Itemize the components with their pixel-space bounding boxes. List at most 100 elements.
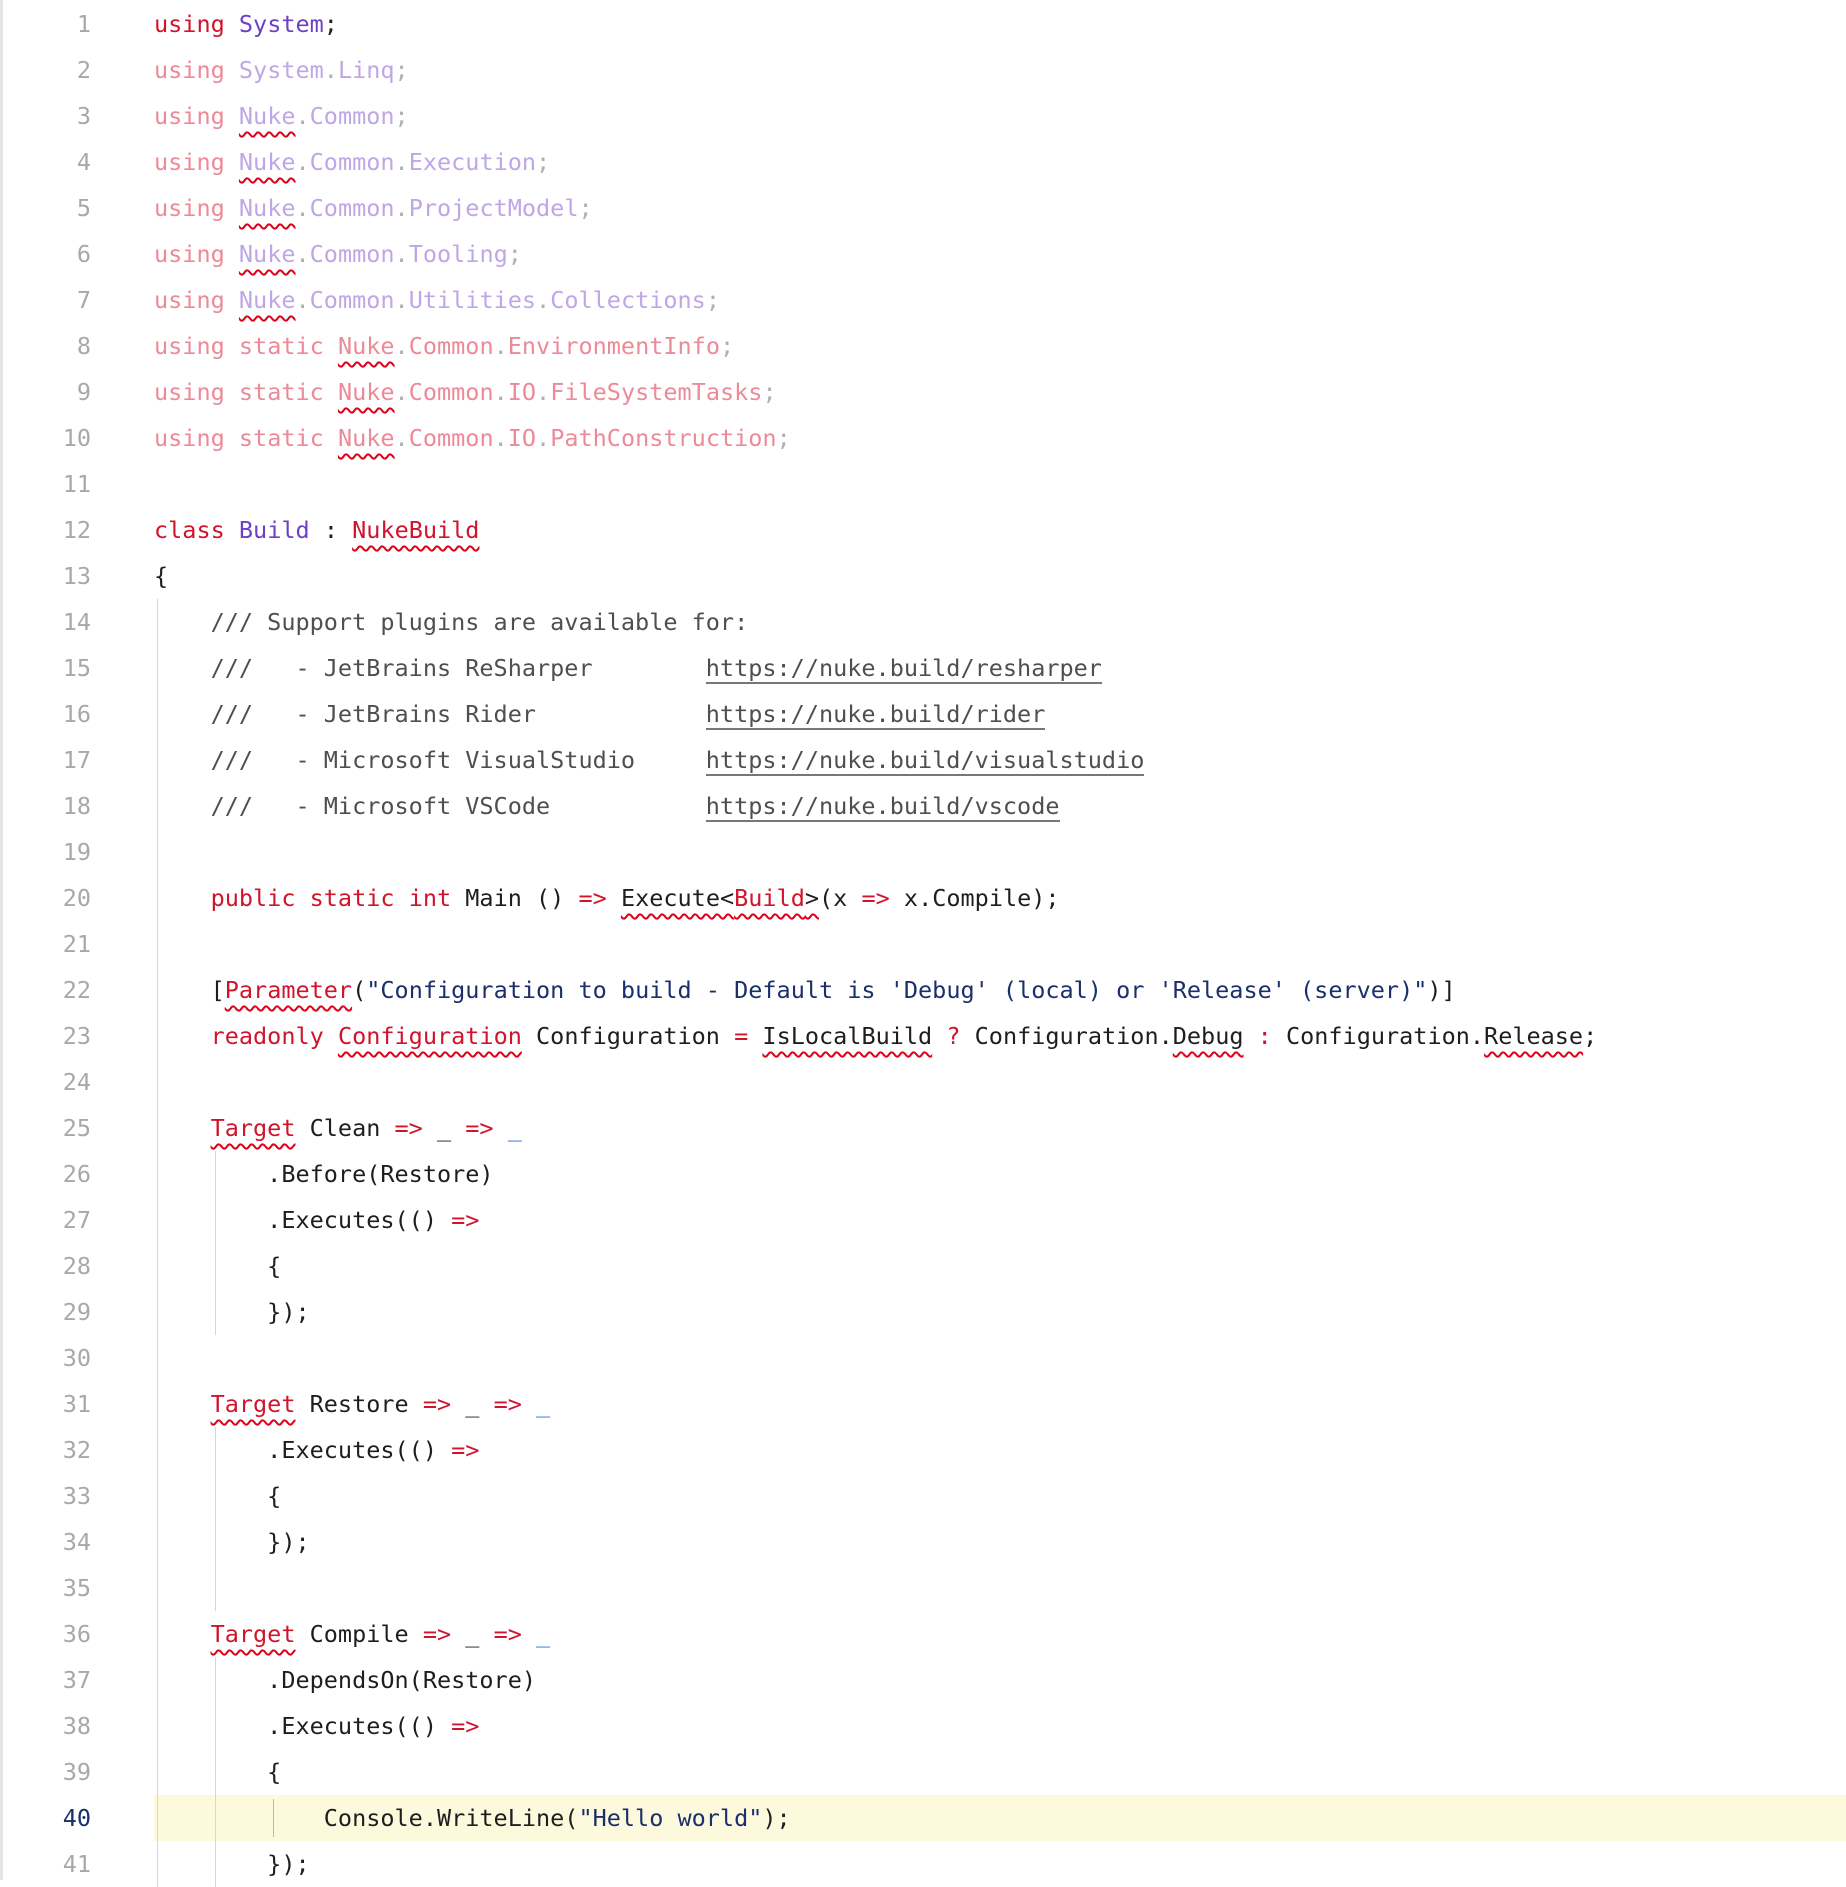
code-line[interactable]: 24	[3, 1059, 1846, 1105]
code-line[interactable]: 35	[3, 1565, 1846, 1611]
code-token[interactable]: https://nuke.build/rider	[705, 700, 1046, 730]
code-text[interactable]: });	[154, 1289, 309, 1335]
line-number[interactable]: 3	[3, 93, 91, 139]
code-text[interactable]: {	[154, 1243, 281, 1289]
code-token[interactable]: https://nuke.build/resharper	[705, 654, 1102, 684]
code-line[interactable]: 39 {	[3, 1749, 1846, 1795]
line-number[interactable]: 11	[3, 461, 91, 507]
code-line[interactable]: 21	[3, 921, 1846, 967]
line-number[interactable]: 7	[3, 277, 91, 323]
line-number[interactable]: 18	[3, 783, 91, 829]
code-line[interactable]: 6 using Nuke.Common.Tooling;	[3, 231, 1846, 277]
line-number[interactable]: 41	[3, 1841, 91, 1887]
line-number[interactable]: 28	[3, 1243, 91, 1289]
line-number[interactable]: 39	[3, 1749, 91, 1795]
line-number[interactable]: 2	[3, 47, 91, 93]
line-number[interactable]: 33	[3, 1473, 91, 1519]
code-text[interactable]: /// Support plugins are available for:	[154, 599, 749, 645]
line-number[interactable]: 35	[3, 1565, 91, 1611]
code-text[interactable]: using Nuke.Common.Execution;	[154, 139, 550, 185]
code-text[interactable]: using static Nuke.Common.EnvironmentInfo…	[154, 323, 734, 369]
code-text[interactable]: /// - Microsoft VisualStudio https://nuk…	[154, 737, 1145, 783]
line-number[interactable]: 1	[3, 1, 91, 47]
code-token[interactable]: https://nuke.build/visualstudio	[705, 746, 1145, 776]
code-text[interactable]: using static Nuke.Common.IO.PathConstruc…	[154, 415, 791, 461]
line-number[interactable]: 16	[3, 691, 91, 737]
line-number[interactable]: 32	[3, 1427, 91, 1473]
code-line[interactable]: 25 Target Clean => _ => _	[3, 1105, 1846, 1151]
code-text[interactable]: [Parameter("Configuration to build - Def…	[154, 967, 1456, 1013]
line-number[interactable]: 29	[3, 1289, 91, 1335]
code-line[interactable]: 30	[3, 1335, 1846, 1381]
code-line[interactable]: 15 /// - JetBrains ReSharper https://nuk…	[3, 645, 1846, 691]
code-line[interactable]: 31 Target Restore => _ => _	[3, 1381, 1846, 1427]
code-line[interactable]: 19	[3, 829, 1846, 875]
line-number[interactable]: 12	[3, 507, 91, 553]
code-line[interactable]: 26 .Before(Restore)	[3, 1151, 1846, 1197]
code-text[interactable]: /// - JetBrains ReSharper https://nuke.b…	[154, 645, 1102, 691]
code-text[interactable]: using Nuke.Common.Tooling;	[154, 231, 522, 277]
code-line[interactable]: 32 .Executes(() =>	[3, 1427, 1846, 1473]
code-text[interactable]: {	[154, 1749, 281, 1795]
line-number[interactable]: 34	[3, 1519, 91, 1565]
code-text[interactable]: class Build : NukeBuild	[154, 507, 479, 553]
line-number[interactable]: 27	[3, 1197, 91, 1243]
code-line[interactable]: 4 using Nuke.Common.Execution;	[3, 139, 1846, 185]
line-number[interactable]: 9	[3, 369, 91, 415]
line-number[interactable]: 23	[3, 1013, 91, 1059]
code-line[interactable]: 5 using Nuke.Common.ProjectModel;	[3, 185, 1846, 231]
line-number[interactable]: 21	[3, 921, 91, 967]
line-number[interactable]: 26	[3, 1151, 91, 1197]
code-text[interactable]: using Nuke.Common;	[154, 93, 409, 139]
code-line[interactable]: 7 using Nuke.Common.Utilities.Collections…	[3, 277, 1846, 323]
code-text[interactable]: .Executes(() =>	[154, 1197, 479, 1243]
code-line[interactable]: 38 .Executes(() =>	[3, 1703, 1846, 1749]
line-number[interactable]: 8	[3, 323, 91, 369]
code-line[interactable]: 18 /// - Microsoft VSCode https://nuke.b…	[3, 783, 1846, 829]
line-number[interactable]: 15	[3, 645, 91, 691]
code-line[interactable]: 33 {	[3, 1473, 1846, 1519]
code-text[interactable]: using Nuke.Common.ProjectModel;	[154, 185, 593, 231]
line-number[interactable]: 13	[3, 553, 91, 599]
code-line[interactable]: 3 using Nuke.Common;	[3, 93, 1846, 139]
line-number[interactable]: 37	[3, 1657, 91, 1703]
line-number[interactable]: 36	[3, 1611, 91, 1657]
code-line[interactable]: 23 readonly Configuration Configuration …	[3, 1013, 1846, 1059]
code-text[interactable]: public static int Main () => Execute<Bui…	[154, 875, 1060, 921]
code-line[interactable]: 14 /// Support plugins are available for…	[3, 599, 1846, 645]
code-line[interactable]: 29 });	[3, 1289, 1846, 1335]
code-text[interactable]: /// - Microsoft VSCode https://nuke.buil…	[154, 783, 1060, 829]
code-text[interactable]: {	[154, 1473, 281, 1519]
code-line[interactable]: 17 /// - Microsoft VisualStudio https://…	[3, 737, 1846, 783]
code-line[interactable]: 1 using System;	[3, 1, 1846, 47]
code-text[interactable]: using System.Linq;	[154, 47, 409, 93]
code-text[interactable]: using System;	[154, 1, 338, 47]
code-token[interactable]: https://nuke.build/vscode	[705, 792, 1060, 822]
code-line[interactable]: 28 {	[3, 1243, 1846, 1289]
code-text[interactable]: Target Restore => _ => _	[154, 1381, 551, 1427]
code-text[interactable]: using static Nuke.Common.IO.FileSystemTa…	[154, 369, 777, 415]
line-number[interactable]: 25	[3, 1105, 91, 1151]
code-text[interactable]: Console.WriteLine("Hello world");	[154, 1795, 791, 1841]
code-line[interactable]: 11	[3, 461, 1846, 507]
code-text[interactable]: .DependsOn(Restore)	[154, 1657, 536, 1703]
line-number[interactable]: 10	[3, 415, 91, 461]
line-number[interactable]: 31	[3, 1381, 91, 1427]
code-line[interactable]: 20 public static int Main () => Execute<…	[3, 875, 1846, 921]
line-number[interactable]: 19	[3, 829, 91, 875]
code-text[interactable]: .Before(Restore)	[154, 1151, 493, 1197]
code-text[interactable]: });	[154, 1519, 309, 1565]
code-line[interactable]: 12 class Build : NukeBuild	[3, 507, 1846, 553]
code-text[interactable]: readonly Configuration Configuration = I…	[154, 1013, 1598, 1059]
code-line[interactable]: 27 .Executes(() =>	[3, 1197, 1846, 1243]
code-text[interactable]: .Executes(() =>	[154, 1427, 479, 1473]
code-text[interactable]: });	[154, 1841, 309, 1887]
code-line[interactable]: 36 Target Compile => _ => _	[3, 1611, 1846, 1657]
code-line[interactable]: 41 });	[3, 1841, 1846, 1887]
code-line[interactable]: 13 {	[3, 553, 1846, 599]
code-line[interactable]: 22 [Parameter("Configuration to build - …	[3, 967, 1846, 1013]
code-line[interactable]: 16 /// - JetBrains Rider https://nuke.bu…	[3, 691, 1846, 737]
code-text[interactable]: .Executes(() =>	[154, 1703, 479, 1749]
code-line[interactable]: 37 .DependsOn(Restore)	[3, 1657, 1846, 1703]
code-text[interactable]: using Nuke.Common.Utilities.Collections;	[154, 277, 720, 323]
